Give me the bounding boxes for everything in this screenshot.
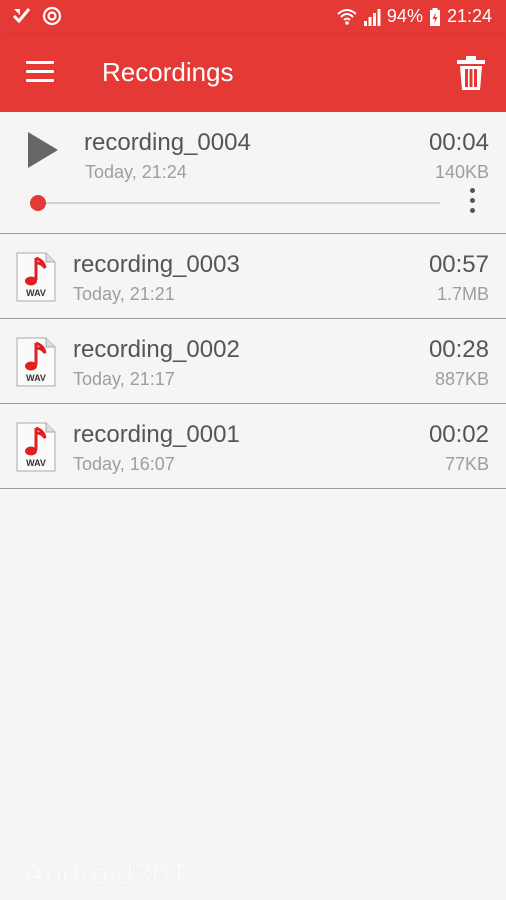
battery-charging-icon (429, 7, 440, 26)
playback-seekbar[interactable] (30, 194, 440, 212)
signal-icon (363, 8, 381, 26)
recording-size: 1.7MB (436, 284, 489, 304)
recording-date: Today, 21:17 (73, 369, 175, 389)
list-item[interactable]: WAV recording_0002 Today, 21:17 00:28 88… (0, 319, 506, 404)
recording-duration: 00:02 (428, 421, 489, 448)
wav-file-icon: WAV (16, 252, 56, 302)
wav-file-icon: WAV (16, 422, 56, 472)
recording-size: 887KB (434, 369, 489, 389)
recording-date: Today, 21:21 (73, 284, 175, 304)
list-item[interactable]: WAV recording_0003 Today, 21:21 00:57 1.… (0, 234, 506, 319)
watermark: Android30T (24, 858, 190, 891)
status-bar: 94% 21:24 (0, 0, 506, 35)
seekbar-track (38, 202, 440, 204)
recording-date: Today, 21:24 (85, 162, 187, 182)
delete-icon[interactable] (456, 55, 486, 91)
recording-duration: 00:28 (428, 336, 489, 363)
wav-label: WAV (26, 288, 46, 298)
recording-size: 140KB (434, 162, 489, 182)
recording-duration: 00:57 (428, 251, 489, 278)
list-item[interactable]: WAV recording_0001 Today, 16:07 00:02 77… (0, 404, 506, 489)
app-bar: Recordings (0, 35, 506, 112)
wifi-icon (337, 8, 357, 25)
recording-name: recording_0003 (73, 251, 240, 278)
target-icon (42, 6, 62, 26)
recording-date: Today, 16:07 (73, 454, 175, 474)
wav-label: WAV (26, 373, 46, 383)
wav-file-icon: WAV (16, 337, 56, 387)
seekbar-thumb[interactable] (30, 195, 46, 211)
clock: 21:24 (446, 6, 492, 26)
notification-check-icon (12, 8, 31, 24)
more-options-icon[interactable] (466, 188, 478, 218)
recording-name: recording_0002 (73, 336, 240, 363)
play-icon[interactable] (26, 130, 60, 170)
menu-icon[interactable] (26, 61, 54, 83)
recording-duration: 00:04 (428, 129, 489, 156)
page-title: Recordings (102, 57, 234, 87)
list-item[interactable]: recording_0004 Today, 21:24 00:04 140KB (0, 112, 506, 234)
recording-size: 77KB (444, 454, 489, 474)
recording-name: recording_0004 (84, 129, 251, 156)
wav-label: WAV (26, 458, 46, 468)
recording-name: recording_0001 (73, 421, 240, 448)
battery-percent: 94% (386, 6, 423, 26)
recordings-list: recording_0004 Today, 21:24 00:04 140KB … (0, 112, 506, 489)
